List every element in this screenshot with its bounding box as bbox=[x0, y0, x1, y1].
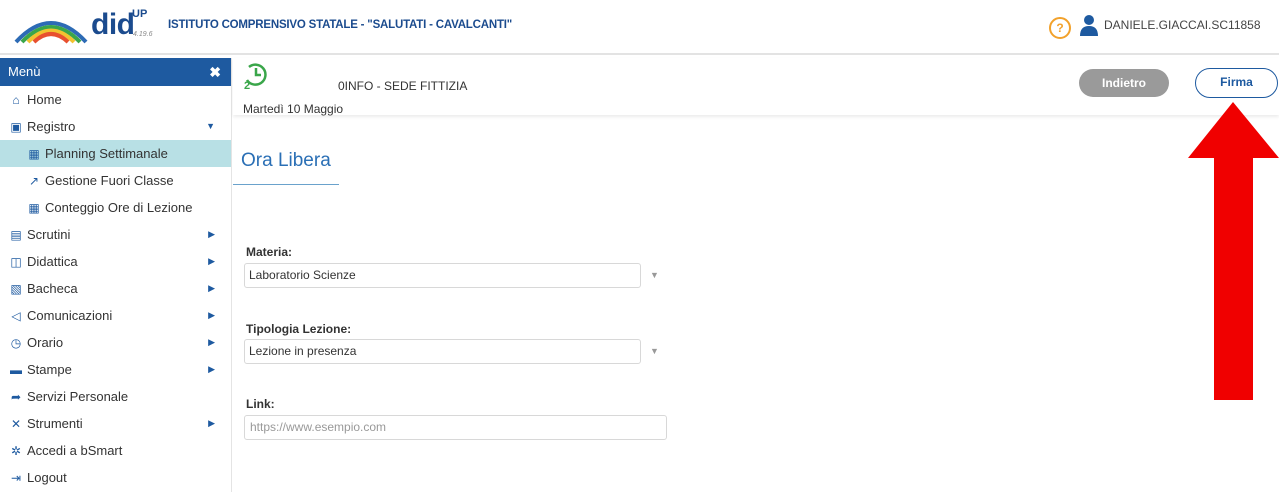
top-header: did UP 4.19.6 ISTITUTO COMPRENSIVO STATA… bbox=[0, 0, 1279, 55]
printer-icon: ▬ bbox=[10, 363, 22, 377]
menu-title: Menù bbox=[8, 64, 41, 79]
lesson-type-select[interactable]: Lezione in presenza bbox=[244, 339, 641, 364]
chevron-right-icon: ▶ bbox=[208, 364, 215, 374]
rainbow-logo-icon bbox=[14, 21, 88, 44]
close-icon[interactable]: ✖ bbox=[209, 58, 221, 86]
red-arrow-icon bbox=[1188, 102, 1279, 400]
home-icon: ⌂ bbox=[12, 93, 20, 107]
calendar-check-icon: ▣ bbox=[10, 120, 22, 134]
sidebar-item-conteggio-ore[interactable]: ▦ Conteggio Ore di Lezione bbox=[0, 194, 231, 221]
sidebar-item-label: Accedi a bSmart bbox=[27, 443, 123, 458]
sidebar-item-bsmart[interactable]: ✲ Accedi a bSmart bbox=[0, 437, 231, 464]
sidebar-item-label: Planning Settimanale bbox=[45, 146, 168, 161]
megaphone-icon: ◁ bbox=[11, 309, 21, 323]
table-icon: ▦ bbox=[28, 201, 40, 215]
sidebar-item-bacheca[interactable]: ▧ Bacheca ▶ bbox=[0, 275, 231, 302]
sidebar-item-logout[interactable]: ⇥ Logout bbox=[0, 464, 231, 491]
chevron-right-icon: ▶ bbox=[208, 229, 215, 239]
sidebar-item-label: Gestione Fuori Classe bbox=[45, 173, 174, 188]
sidebar-item-label: Registro bbox=[27, 119, 76, 134]
bsmart-icon: ✲ bbox=[10, 444, 22, 458]
sidebar-item-label: Strumenti bbox=[27, 416, 83, 431]
lesson-type-label: Tipologia Lezione: bbox=[246, 322, 352, 336]
user-icon[interactable] bbox=[1080, 14, 1098, 36]
logo-superscript: UP bbox=[132, 8, 148, 20]
sidebar-item-label: Stampe bbox=[27, 362, 72, 377]
link-label: Link: bbox=[246, 397, 275, 411]
clock-icon: ◷ bbox=[10, 336, 22, 350]
lesson-header: 2 0INFO - SEDE FITTIZIA Martedì 10 Maggi… bbox=[233, 58, 1279, 116]
sidebar-item-label: Servizi Personale bbox=[27, 389, 129, 404]
calendar-icon: ▦ bbox=[28, 147, 40, 161]
scrutini-icon: ▤ bbox=[10, 228, 22, 242]
lesson-date: Martedì 10 Maggio bbox=[243, 102, 344, 116]
share-icon: ➦ bbox=[10, 390, 22, 404]
subject-label: Materia: bbox=[246, 245, 293, 259]
title-underline bbox=[233, 184, 339, 185]
chevron-right-icon: ▶ bbox=[208, 256, 215, 266]
sidebar-item-orario[interactable]: ◷ Orario ▶ bbox=[0, 329, 231, 356]
menu-header: Menù ✖ bbox=[0, 58, 231, 86]
sidebar-item-stampe[interactable]: ▬ Stampe ▶ bbox=[0, 356, 231, 383]
chevron-right-icon: ▶ bbox=[208, 337, 215, 347]
back-button[interactable]: Indietro bbox=[1079, 69, 1169, 97]
sign-button[interactable]: Firma bbox=[1195, 68, 1278, 98]
book-icon: ◫ bbox=[10, 255, 22, 269]
sidebar-item-strumenti[interactable]: ✕ Strumenti ▶ bbox=[0, 410, 231, 437]
sidebar-item-comunicazioni[interactable]: ◁ Comunicazioni ▶ bbox=[0, 302, 231, 329]
sidebar-item-servizi-personale[interactable]: ➦ Servizi Personale bbox=[0, 383, 231, 410]
clock-icon: 2 bbox=[244, 63, 267, 90]
sidebar-item-label: Bacheca bbox=[27, 281, 78, 296]
chevron-right-icon: ▶ bbox=[208, 310, 215, 320]
chevron-down-icon: ▼ bbox=[206, 121, 215, 131]
sidebar-item-didattica[interactable]: ◫ Didattica ▶ bbox=[0, 248, 231, 275]
logo-text: did bbox=[91, 8, 135, 41]
page-title: Ora Libera bbox=[241, 150, 331, 171]
help-icon[interactable]: ? bbox=[1049, 17, 1071, 39]
sidebar-item-label: Logout bbox=[27, 470, 67, 485]
chevron-right-icon: ▶ bbox=[208, 418, 215, 428]
link-input[interactable]: https://www.esempio.com bbox=[244, 415, 667, 440]
sidebar-menu: Menù ✖ ⌂ Home ▣ Registro ▼ ▦ Planning Setti… bbox=[0, 58, 232, 492]
sidebar-item-label: Scrutini bbox=[27, 227, 71, 242]
logout-icon: ⇥ bbox=[10, 471, 22, 485]
user-name[interactable]: DANIELE.GIACCAI.SC11858 bbox=[1104, 18, 1261, 32]
sidebar-item-label: Comunicazioni bbox=[27, 308, 113, 323]
sidebar-item-planning-settimanale[interactable]: ▦ Planning Settimanale bbox=[0, 140, 231, 167]
sidebar-item-label: Didattica bbox=[27, 254, 78, 269]
school-name: ISTITUTO COMPRENSIVO STATALE - "SALUTATI… bbox=[168, 19, 513, 31]
sidebar-item-home[interactable]: ⌂ Home bbox=[0, 86, 231, 113]
external-link-icon: ↗ bbox=[28, 174, 40, 188]
tools-icon: ✕ bbox=[10, 417, 22, 431]
chevron-down-icon[interactable]: ▼ bbox=[650, 346, 659, 356]
app-version: 4.19.6 bbox=[133, 31, 153, 38]
sidebar-item-gestione-fuori-classe[interactable]: ↗ Gestione Fuori Classe bbox=[0, 167, 231, 194]
sidebar-item-label: Conteggio Ore di Lezione bbox=[45, 200, 193, 215]
chevron-down-icon[interactable]: ▼ bbox=[650, 270, 659, 280]
svg-text:2: 2 bbox=[244, 80, 250, 90]
subject-select[interactable]: Laboratorio Scienze bbox=[244, 263, 641, 288]
class-name: 0INFO - SEDE FITTIZIA bbox=[338, 79, 468, 93]
sidebar-item-label: Orario bbox=[27, 335, 64, 350]
sidebar-item-registro[interactable]: ▣ Registro ▼ bbox=[0, 113, 231, 140]
sidebar-item-label: Home bbox=[27, 92, 62, 107]
sidebar-item-scrutini[interactable]: ▤ Scrutini ▶ bbox=[0, 221, 231, 248]
chevron-right-icon: ▶ bbox=[208, 283, 215, 293]
bulletin-icon: ▧ bbox=[10, 282, 22, 296]
